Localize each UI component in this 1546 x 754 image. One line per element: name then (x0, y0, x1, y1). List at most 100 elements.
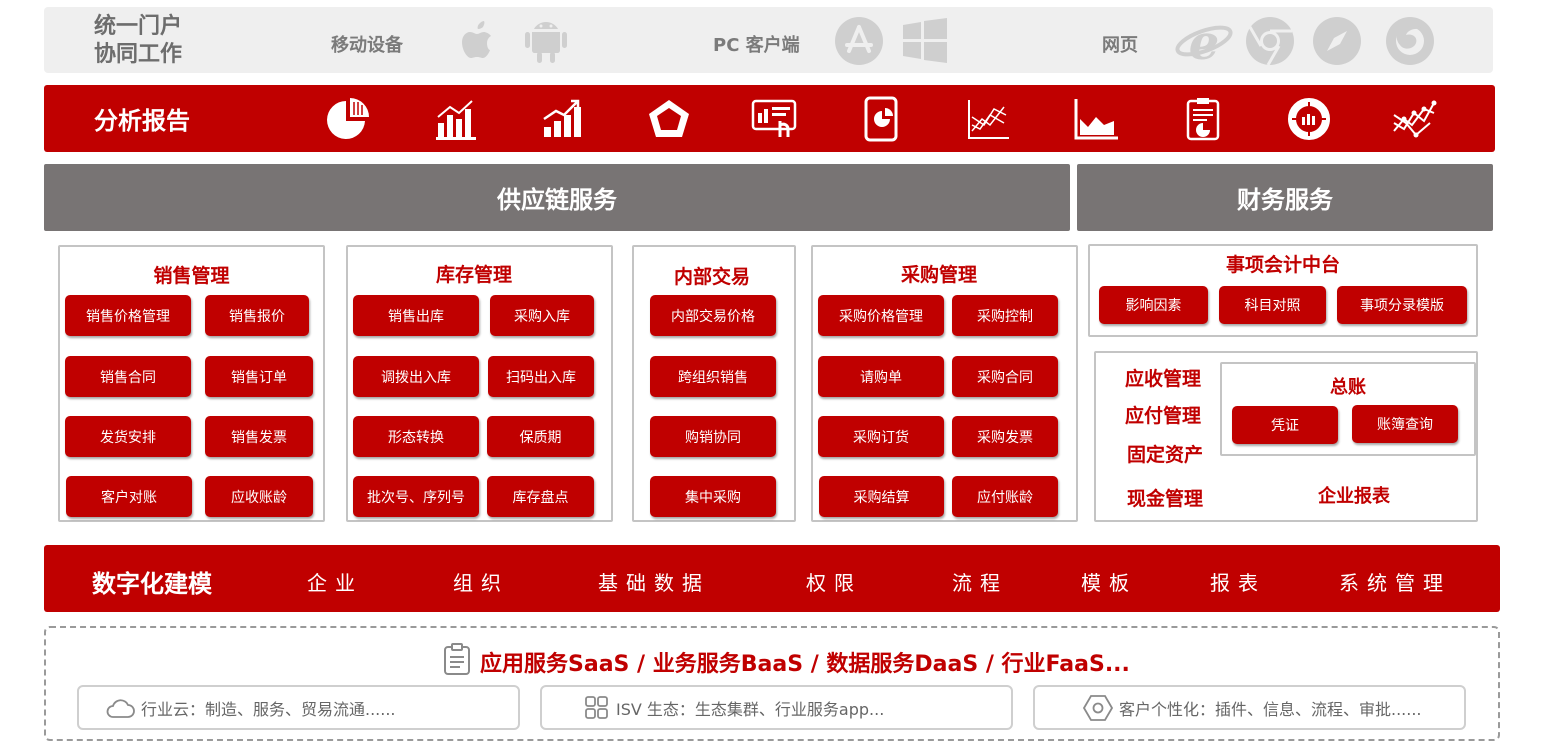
clipboard-icon (444, 643, 470, 675)
voucher-button[interactable]: 凭证 (1232, 406, 1338, 444)
sales-title: 销售管理 (153, 265, 230, 287)
purchase-title: 采购管理 (900, 264, 977, 286)
portal-title: 统一门户 协同工作 (94, 13, 214, 69)
isv-text: ISV 生态：生态集群、行业服务app... (616, 699, 885, 719)
mobile-label: 移动设备 (331, 35, 403, 56)
android-icon (525, 22, 567, 63)
finance-header: 财务服务 (1077, 164, 1493, 231)
modeling-item[interactable]: 系统管理 (1339, 567, 1451, 596)
isv-box[interactable]: ISV 生态：生态集群、行业服务app... (540, 685, 1013, 730)
modeling-item[interactable]: 企业 (307, 567, 363, 596)
portal-title-line1: 统一门户 (94, 14, 183, 39)
sales-item[interactable]: 应收账龄 (205, 476, 313, 517)
inventory-item[interactable]: 保质期 (487, 416, 594, 457)
inventory-item[interactable]: 库存盘点 (487, 476, 594, 517)
accounting-center-module: 事项会计中台 影响因素 科目对照 事项分录模版 (1088, 244, 1478, 337)
internal-trade-item[interactable]: 内部交易价格 (650, 295, 776, 336)
internal-trade-title: 内部交易 (673, 266, 750, 288)
sales-item[interactable]: 销售价格管理 (65, 295, 191, 336)
general-ledger-box: 总账 凭证 账簿查询 (1220, 362, 1476, 456)
portal-bar: 统一门户 协同工作 移动设备 PC 客户端 网页 e (44, 7, 1493, 73)
purchase-item[interactable]: 采购价格管理 (818, 295, 944, 336)
inventory-module: 库存管理 销售出库 采购入库 调拨出入库 扫码出入库 形态转换 保质期 批次号、… (346, 245, 613, 522)
inventory-item[interactable]: 采购入库 (490, 295, 594, 336)
portal-title-line2: 协同工作 (94, 42, 183, 67)
internal-trade-module: 内部交易 内部交易价格 跨组织销售 购销协同 集中采购 (632, 245, 796, 522)
modeling-item[interactable]: 组织 (453, 567, 509, 596)
svg-text:e: e (1189, 15, 1220, 67)
modeling-title: 数字化建模 (92, 570, 212, 598)
safari-icon (1313, 17, 1361, 65)
cloud-icon (106, 698, 135, 718)
purchase-item[interactable]: 采购合同 (952, 356, 1058, 397)
customization-text: 客户个性化：插件、信息、流程、审批...... (1119, 699, 1422, 719)
modeling-item[interactable]: 模板 (1081, 567, 1137, 596)
app-store-icon (835, 17, 883, 65)
analysis-title: 分析报告 (94, 107, 190, 135)
payable-label[interactable]: 应付管理 (1125, 401, 1201, 428)
purchase-item[interactable]: 应付账龄 (952, 476, 1058, 517)
donut-chart-icon (1288, 98, 1330, 140)
tablet-report-icon (864, 96, 898, 142)
purchase-item[interactable]: 请购单 (818, 356, 944, 397)
supply-chain-header: 供应链服务 (44, 164, 1070, 231)
general-ledger-title: 总账 (1330, 377, 1366, 398)
modeling-item[interactable]: 流程 (952, 567, 1008, 596)
sales-item[interactable]: 销售订单 (205, 356, 313, 397)
internal-trade-item[interactable]: 跨组织销售 (650, 356, 776, 397)
enterprise-reports-label[interactable]: 企业报表 (1318, 482, 1390, 508)
accounting-center-title: 事项会计中台 (1225, 254, 1340, 276)
bar-chart-icon (436, 100, 476, 140)
modeling-item[interactable]: 报表 (1210, 567, 1266, 596)
area-chart-icon (1074, 99, 1118, 140)
dashboard-screen-icon (751, 99, 797, 137)
sales-item[interactable]: 销售发票 (205, 416, 313, 457)
sales-module: 销售管理 销售价格管理 销售报价 销售合同 销售订单 发货安排 销售发票 客户对… (58, 245, 325, 522)
plugin-hexagon-icon (1083, 694, 1113, 721)
pc-client-label: PC 客户端 (713, 35, 800, 56)
clipboard-report-icon (1186, 98, 1220, 141)
accounting-center-item[interactable]: 影响因素 (1099, 286, 1208, 324)
modeling-bar: 数字化建模 企业 组织 基础数据 权限 流程 模板 报表 系统管理 (44, 545, 1500, 612)
chrome-icon (1246, 17, 1294, 66)
firefox-icon (1386, 17, 1434, 65)
analysis-bar: 分析报告 (44, 85, 1495, 152)
internal-trade-item[interactable]: 集中采购 (650, 476, 776, 517)
sales-item[interactable]: 销售报价 (205, 295, 309, 336)
ledger-area-module: 应收管理 应付管理 固定资产 现金管理 总账 凭证 账簿查询 企业报表 (1094, 351, 1478, 522)
inventory-item[interactable]: 扫码出入库 (488, 356, 594, 397)
purchase-item[interactable]: 采购结算 (819, 476, 944, 517)
industry-cloud-text: 行业云：制造、服务、贸易流通...... (141, 699, 396, 719)
inventory-item[interactable]: 调拨出入库 (353, 356, 479, 397)
grid-apps-icon (585, 695, 608, 719)
purchase-item[interactable]: 采购控制 (952, 295, 1058, 336)
internal-trade-item[interactable]: 购销协同 (650, 416, 776, 457)
customization-box[interactable]: 客户个性化：插件、信息、流程、审批...... (1033, 685, 1466, 730)
modeling-item[interactable]: 权限 (806, 567, 862, 596)
sales-item[interactable]: 客户对账 (66, 476, 192, 517)
inventory-item[interactable]: 形态转换 (353, 416, 479, 457)
windows-icon (903, 18, 947, 63)
trend-chart-icon (1393, 100, 1437, 138)
accounting-center-item[interactable]: 事项分录模版 (1337, 286, 1467, 324)
sales-item[interactable]: 发货安排 (65, 416, 191, 457)
industry-cloud-box[interactable]: 行业云：制造、服务、贸易流通...... (77, 685, 520, 730)
radar-chart-icon (649, 100, 689, 137)
receivable-label[interactable]: 应收管理 (1125, 364, 1201, 391)
sales-item[interactable]: 销售合同 (65, 356, 191, 397)
purchase-item[interactable]: 采购订货 (818, 416, 944, 457)
book-query-button[interactable]: 账簿查询 (1352, 405, 1458, 443)
cash-label[interactable]: 现金管理 (1127, 484, 1203, 511)
ie-icon: e (1175, 15, 1233, 67)
purchase-item[interactable]: 采购发票 (952, 416, 1058, 457)
inventory-item[interactable]: 销售出库 (353, 295, 479, 336)
inventory-item[interactable]: 批次号、序列号 (353, 476, 479, 517)
purchase-module: 采购管理 采购价格管理 采购控制 请购单 采购合同 采购订货 采购发票 采购结算… (811, 245, 1078, 522)
growth-chart-icon (543, 99, 581, 137)
fixed-assets-label[interactable]: 固定资产 (1127, 440, 1203, 467)
platform-title: 应用服务SaaS / 业务服务BaaS / 数据服务DaaS / 行业FaaS.… (480, 652, 1130, 677)
inventory-title: 库存管理 (435, 264, 512, 286)
web-label: 网页 (1102, 35, 1138, 56)
accounting-center-item[interactable]: 科目对照 (1219, 286, 1326, 324)
modeling-item[interactable]: 基础数据 (598, 567, 710, 596)
